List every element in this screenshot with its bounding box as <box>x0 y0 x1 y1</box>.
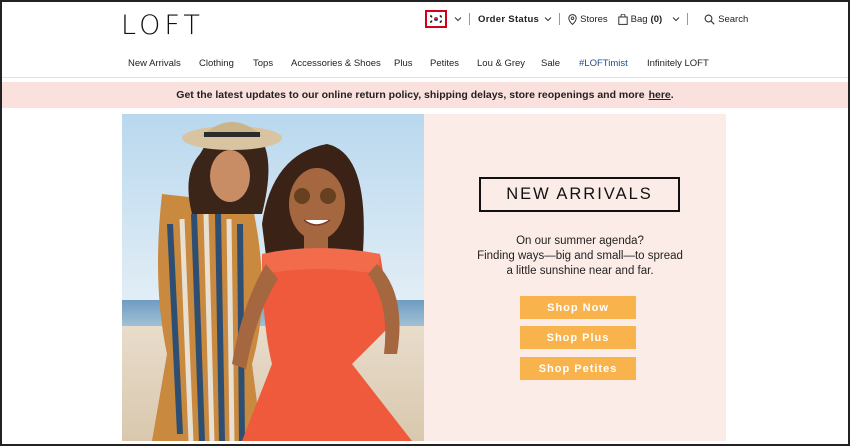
shop-now-button[interactable]: Shop Now <box>520 296 636 319</box>
search-icon <box>704 14 715 25</box>
order-status-label: Order Status <box>478 13 540 25</box>
nav-item-accessories-shoes[interactable]: Accessories & Shoes <box>291 58 381 69</box>
stores-label: Stores <box>580 13 608 25</box>
nav-item-infinitely-loft[interactable]: Infinitely LOFT <box>647 58 709 69</box>
nav-item-petites[interactable]: Petites <box>430 58 459 69</box>
loft-logo[interactable]: LOFT <box>121 10 204 41</box>
chevron-down-icon <box>544 17 552 22</box>
nav-item-lou-grey[interactable]: Lou & Grey <box>477 58 525 69</box>
nav-item-clothing[interactable]: Clothing <box>199 58 234 69</box>
beach-models-illustration <box>122 114 424 441</box>
nav-item-loftimist[interactable]: #LOFTimist <box>579 58 628 69</box>
divider <box>559 13 561 25</box>
shop-plus-button[interactable]: Shop Plus <box>520 326 636 349</box>
chevron-down-icon[interactable] <box>453 14 463 24</box>
shop-petites-button[interactable]: Shop Petites <box>520 357 636 380</box>
bag-count: (0) <box>650 13 663 25</box>
nav-item-tops[interactable]: Tops <box>253 58 273 69</box>
hero-copy-line: Finding ways—big and small—to spread <box>477 250 683 262</box>
nav-item-sale[interactable]: Sale <box>541 58 560 69</box>
stores-link[interactable]: Stores <box>568 13 608 25</box>
order-status-menu[interactable]: Order Status <box>478 14 553 25</box>
hero-panel: NEW ARRIVALS On our summer agenda? Findi… <box>424 114 726 441</box>
hero-copy: On our summer agenda? Finding ways—big a… <box>454 234 706 279</box>
divider <box>687 13 689 25</box>
bag-label: Bag <box>630 13 648 25</box>
promo-banner: Get the latest updates to our online ret… <box>2 82 848 108</box>
promo-link[interactable]: here <box>649 89 671 101</box>
hero-photo[interactable] <box>122 114 424 441</box>
new-arrivals-heading[interactable]: NEW ARRIVALS <box>479 177 680 212</box>
hero-copy-line: On our summer agenda? <box>516 235 644 247</box>
country-selector[interactable] <box>425 10 447 28</box>
bag-link[interactable]: Bag (0) <box>617 13 682 25</box>
shopping-bag-icon <box>617 13 628 25</box>
nav-item-plus[interactable]: Plus <box>394 58 412 69</box>
chevron-down-icon <box>672 17 680 22</box>
hero-banner: NEW ARRIVALS On our summer agenda? Findi… <box>122 114 726 441</box>
nav-item-new-arrivals[interactable]: New Arrivals <box>128 58 181 69</box>
location-pin-icon <box>568 13 577 25</box>
main-nav: New Arrivals Clothing Tops Accessories &… <box>0 58 850 72</box>
search-label: Search <box>718 13 749 25</box>
search-button[interactable]: Search <box>704 14 748 25</box>
korea-flag-icon <box>429 14 443 24</box>
divider <box>469 13 470 25</box>
promo-suffix: . <box>670 89 674 101</box>
promo-text: Get the latest updates to our online ret… <box>176 89 645 101</box>
hero-copy-line: a little sunshine near and far. <box>506 265 654 277</box>
utility-bar: Order Status Stores Bag (0) Search <box>425 10 748 28</box>
nav-divider <box>2 77 848 78</box>
